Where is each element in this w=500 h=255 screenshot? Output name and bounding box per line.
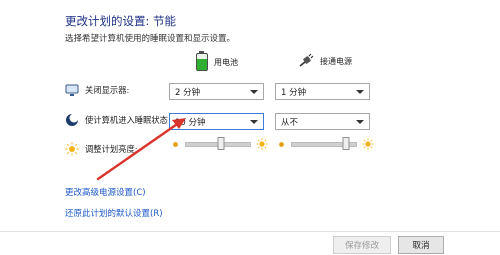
sleep-battery-select[interactable]: 10 分钟 bbox=[169, 113, 264, 130]
cancel-button[interactable]: 取消 bbox=[398, 236, 444, 254]
page-subtitle: 选择希望计算机使用的睡眠设置和显示设置。 bbox=[65, 34, 236, 44]
chevron-down-icon bbox=[356, 89, 364, 94]
restore-defaults-link[interactable]: 还原此计划的默认设置(R) bbox=[65, 207, 163, 219]
sun-large-icon bbox=[362, 138, 374, 150]
slider-track bbox=[185, 136, 251, 150]
display-off-plugged-value: 1 分钟 bbox=[281, 87, 307, 98]
display-off-battery-select[interactable]: 2 分钟 bbox=[169, 83, 264, 100]
slider-thumb[interactable] bbox=[342, 136, 350, 150]
page-title: 更改计划的设置: 节能 bbox=[65, 14, 177, 28]
footer-divider bbox=[0, 231, 500, 232]
sleep-plugged-value: 从不 bbox=[281, 117, 299, 128]
advanced-power-settings-link[interactable]: 更改高级电源设置(C) bbox=[65, 186, 146, 198]
display-off-plugged-select[interactable]: 1 分钟 bbox=[275, 83, 370, 100]
display-off-row-label: 关闭显示器: bbox=[65, 83, 129, 97]
sun-large-icon bbox=[256, 138, 268, 150]
sleep-label: 使计算机进入睡眠状态: bbox=[85, 115, 171, 125]
battery-icon bbox=[196, 51, 208, 71]
brightness-row-label: 调整计划亮度: bbox=[65, 142, 138, 156]
display-icon bbox=[65, 84, 79, 96]
sun-icon bbox=[65, 142, 79, 156]
battery-column-header: 用电池 bbox=[196, 51, 238, 71]
brightness-plugged-slider[interactable] bbox=[277, 136, 374, 152]
battery-column-label: 用电池 bbox=[214, 57, 238, 67]
sleep-row-label: 使计算机进入睡眠状态: bbox=[65, 113, 171, 127]
brightness-battery-slider[interactable] bbox=[171, 136, 268, 152]
save-changes-button[interactable]: 保存修改 bbox=[333, 236, 391, 254]
sun-small-icon bbox=[279, 141, 284, 147]
plug-icon bbox=[299, 53, 314, 67]
display-off-battery-value: 2 分钟 bbox=[175, 87, 201, 98]
slider-thumb[interactable] bbox=[217, 136, 225, 150]
chevron-down-icon bbox=[250, 89, 258, 94]
chevron-down-icon bbox=[250, 119, 258, 124]
moon-sleep-icon bbox=[66, 113, 79, 126]
sun-small-icon bbox=[173, 141, 178, 147]
sleep-plugged-select[interactable]: 从不 bbox=[275, 113, 370, 130]
brightness-label: 调整计划亮度: bbox=[85, 144, 138, 154]
display-off-label: 关闭显示器: bbox=[85, 85, 130, 95]
plugged-column-header: 接通电源 bbox=[298, 53, 352, 69]
slider-track bbox=[291, 136, 357, 150]
chevron-down-icon bbox=[356, 119, 364, 124]
sleep-battery-value: 10 分钟 bbox=[175, 117, 206, 128]
plugged-column-label: 接通电源 bbox=[320, 56, 352, 66]
